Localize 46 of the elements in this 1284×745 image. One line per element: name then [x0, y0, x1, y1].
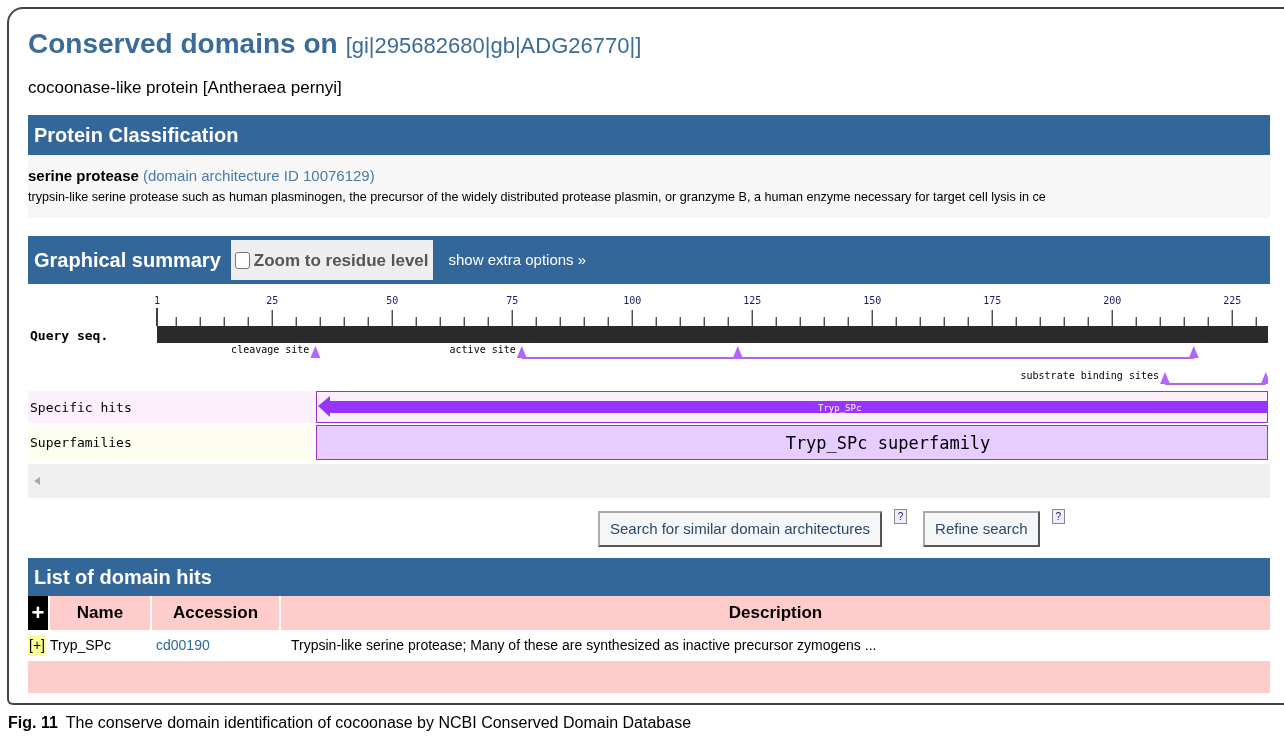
ruler-tick-label: 150	[863, 295, 882, 307]
classification-description: trypsin-like serine protease such as human plasminogen, the precursor of the widely distributed protease plasmin, or granzyme B, a human enzyme necessary for target cell lysis in ce	[28, 188, 1047, 206]
zoom-checkbox[interactable]: Zoom to residue level	[230, 240, 433, 281]
superfamilies-label: Superfamilies	[30, 435, 132, 451]
figure-caption: The conserve domain identification of cocoonase by NCBI Conserved Domain Database	[65, 713, 692, 733]
column-header: Name	[50, 596, 150, 631]
specific-hits-label: Specific hits	[30, 400, 132, 416]
site-label: substrate binding sites	[1020, 370, 1159, 382]
site-label: active site	[449, 344, 516, 356]
accession-link[interactable]: cd00190	[152, 630, 279, 662]
expand-row-button[interactable]: [+]	[28, 635, 46, 657]
column-header: Description	[281, 596, 1270, 631]
scroll-left-icon[interactable]	[34, 477, 40, 486]
table-cell-text: Trypsin-like serine protease; Many of these are synthesized as inactive precursor zymogens ...	[290, 636, 878, 656]
ruler-tick-label: 1	[154, 295, 160, 307]
extra-options-link[interactable]: show extra options »	[448, 249, 587, 272]
action-button[interactable]: Refine search	[923, 511, 1040, 548]
ruler-tick-label: 75	[506, 295, 519, 307]
ruler-tick-label: 100	[623, 295, 642, 307]
specific-hit-name: Tryp_SPc	[818, 403, 862, 414]
help-link[interactable]: ?	[1051, 509, 1065, 525]
ruler-tick-label: 50	[386, 295, 399, 307]
help-link[interactable]: ?	[894, 509, 908, 525]
ruler-tick-label: 225	[1223, 295, 1242, 307]
query-seq-label: Query seq.	[30, 328, 109, 344]
section-heading: List of domain hits	[34, 565, 212, 591]
section-heading: Graphical summary	[34, 248, 221, 274]
architecture-link[interactable]: (domain architecture ID 10076129)	[142, 165, 375, 188]
expand-all-button[interactable]: +	[28, 596, 48, 631]
ruler-tick-label: 200	[1103, 295, 1122, 307]
column-header: Accession	[152, 596, 279, 631]
action-button[interactable]: Search for similar domain architectures	[598, 511, 883, 548]
query-id-link[interactable]: [gi|295682680|gb|ADG26770|]	[345, 29, 642, 62]
site-marker-drawing	[310, 346, 321, 359]
section-heading: Protein Classification	[34, 123, 239, 148]
ruler-tick-label: 25	[266, 295, 279, 307]
superfamily-name: Tryp_SPc superfamily	[785, 433, 991, 454]
page-title: Conserved domains on	[28, 27, 338, 61]
horizontal-scrollbar[interactable]	[28, 464, 1270, 499]
ruler-tick-label: 175	[983, 295, 1002, 307]
ruler-tick-label: 125	[743, 295, 762, 307]
figure-label: Fig. 11	[8, 713, 58, 733]
site-label: cleavage site	[231, 344, 310, 356]
table-cell-text: Tryp_SPc	[49, 636, 111, 656]
classification-name: serine protease	[28, 166, 139, 186]
protein-name: cocoonase-like protein [Antheraea pernyi]	[28, 77, 343, 99]
